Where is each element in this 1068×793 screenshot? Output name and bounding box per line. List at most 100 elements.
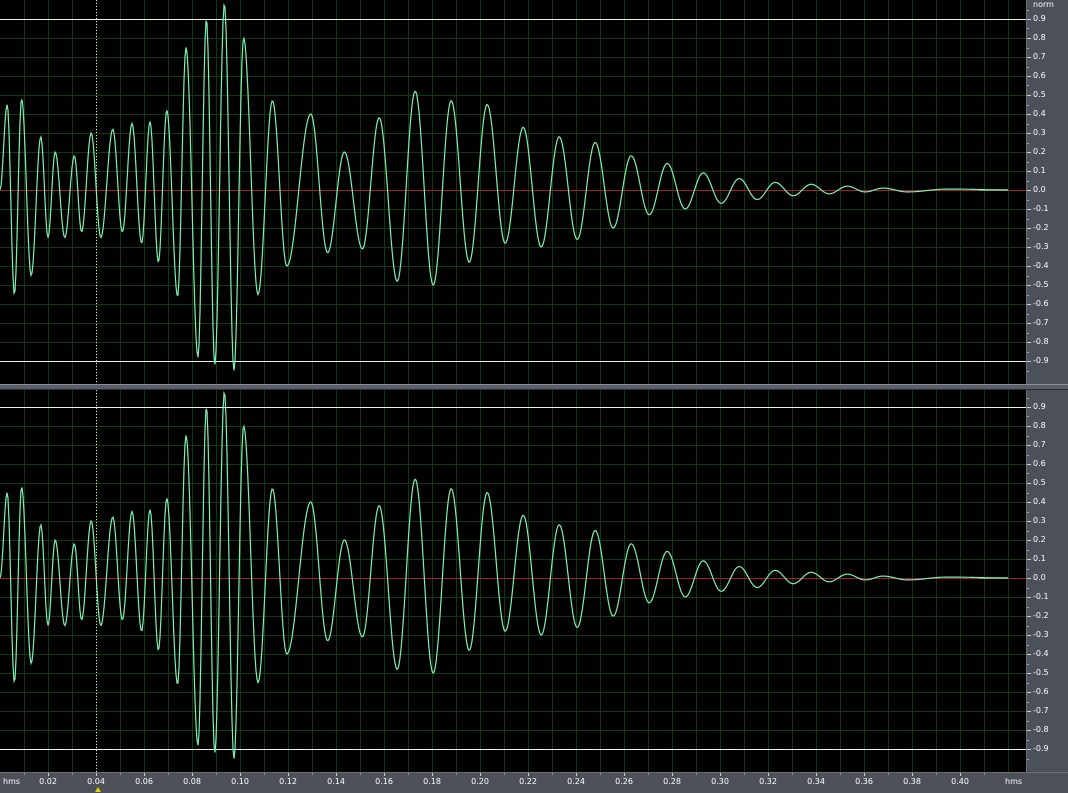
time-minor-tick	[264, 773, 265, 775]
amplitude-label: -0.2	[1033, 223, 1049, 232]
amplitude-label: -0.9	[1033, 356, 1049, 365]
time-label: 0.30	[711, 777, 729, 786]
amplitude-tick	[1027, 692, 1031, 693]
channel-left-waveform[interactable]	[0, 0, 1026, 384]
amplitude-label: 0.9	[1033, 14, 1046, 23]
amplitude-label: 0.7	[1033, 440, 1046, 449]
amplitude-minor-tick	[1027, 162, 1029, 163]
amplitude-label: -0.3	[1033, 242, 1049, 251]
amplitude-minor-tick	[1027, 371, 1029, 372]
amplitude-label: 0.8	[1033, 421, 1046, 430]
amplitude-tick	[1027, 38, 1031, 39]
time-tick	[624, 773, 625, 776]
amplitude-minor-tick	[1027, 550, 1029, 551]
amplitude-minor-tick	[1027, 295, 1029, 296]
amplitude-tick	[1027, 426, 1031, 427]
time-minor-tick	[408, 773, 409, 775]
amplitude-label: -0.1	[1033, 204, 1049, 213]
amplitude-tick	[1027, 464, 1031, 465]
time-label: 0.32	[759, 777, 777, 786]
time-label: 0.38	[903, 777, 921, 786]
channel-right-waveform[interactable]	[0, 390, 1026, 772]
amplitude-minor-tick	[1027, 721, 1029, 722]
amplitude-minor-tick	[1027, 28, 1029, 29]
waveform-editor[interactable]: norm 0.9 0.8 0.7 0.6 0.5 0.4 0.3 0.2 0.1 0.0 -0.1 -…	[0, 0, 1068, 793]
amplitude-tick	[1027, 749, 1031, 750]
amplitude-minor-tick	[1027, 759, 1029, 760]
amplitude-minor-tick	[1027, 105, 1029, 106]
amplitude-minor-tick	[1027, 10, 1029, 11]
amplitude-tick	[1027, 483, 1031, 484]
amplitude-label: 0.6	[1033, 459, 1046, 468]
time-minor-tick	[600, 773, 601, 775]
amplitude-minor-tick	[1027, 683, 1029, 684]
amplitude-label: 0.5	[1033, 90, 1046, 99]
amplitude-minor-tick	[1027, 645, 1029, 646]
amplitude-minor-tick	[1027, 219, 1029, 220]
time-tick	[864, 773, 865, 776]
amplitude-tick	[1027, 57, 1031, 58]
amplitude-label: 0.5	[1033, 478, 1046, 487]
time-label: 0.26	[615, 777, 633, 786]
amplitude-label: 0.0	[1033, 185, 1046, 194]
cursor-position-marker[interactable]	[95, 787, 101, 792]
amplitude-tick	[1027, 730, 1031, 731]
amplitude-label: 0.0	[1033, 573, 1046, 582]
amplitude-minor-tick	[1027, 398, 1029, 399]
time-label: 0.14	[327, 777, 345, 786]
amplitude-ruler-left[interactable]: norm 0.9 0.8 0.7 0.6 0.5 0.4 0.3 0.2 0.1 0.0 -0.1 -…	[1026, 0, 1068, 384]
time-tick	[432, 773, 433, 776]
amplitude-minor-tick	[1027, 124, 1029, 125]
amplitude-label: -0.8	[1033, 725, 1049, 734]
amplitude-label: -0.4	[1033, 261, 1049, 270]
amplitude-tick	[1027, 578, 1031, 579]
time-minor-tick	[744, 773, 745, 775]
time-minor-tick	[120, 773, 121, 775]
time-label: 0.16	[375, 777, 393, 786]
amplitude-ruler-right[interactable]: 0.9 0.8 0.7 0.6 0.5 0.4 0.3 0.2 0.1 0.0 -0.1 -0.2 -0…	[1026, 390, 1068, 772]
time-minor-tick	[648, 773, 649, 775]
amplitude-label: -0.1	[1033, 592, 1049, 601]
amplitude-minor-tick	[1027, 352, 1029, 353]
amplitude-label: 0.7	[1033, 52, 1046, 61]
time-tick	[576, 773, 577, 776]
amplitude-label: 0.6	[1033, 71, 1046, 80]
amplitude-minor-tick	[1027, 416, 1029, 417]
amplitude-label: -0.5	[1033, 280, 1049, 289]
time-tick	[384, 773, 385, 776]
amplitude-tick	[1027, 247, 1031, 248]
amplitude-tick	[1027, 19, 1031, 20]
time-unit-label-left: hms	[3, 777, 21, 786]
time-tick	[240, 773, 241, 776]
amplitude-label: 0.3	[1033, 128, 1046, 137]
time-tick	[480, 773, 481, 776]
time-minor-tick	[984, 773, 985, 775]
amplitude-minor-tick	[1027, 473, 1029, 474]
amplitude-label: -0.3	[1033, 630, 1049, 639]
amplitude-tick	[1027, 502, 1031, 503]
amplitude-unit-label-left: norm	[1033, 0, 1054, 9]
time-label: 0.06	[135, 777, 153, 786]
amplitude-tick	[1027, 597, 1031, 598]
amplitude-label: 0.1	[1033, 554, 1046, 563]
time-minor-tick	[840, 773, 841, 775]
time-minor-tick	[888, 773, 889, 775]
amplitude-tick	[1027, 635, 1031, 636]
time-label: 0.18	[423, 777, 441, 786]
amplitude-tick	[1027, 228, 1031, 229]
time-minor-tick	[792, 773, 793, 775]
amplitude-tick	[1027, 654, 1031, 655]
amplitude-tick	[1027, 323, 1031, 324]
amplitude-label: -0.6	[1033, 299, 1049, 308]
amplitude-minor-tick	[1027, 257, 1029, 258]
time-tick	[144, 773, 145, 776]
amplitude-minor-tick	[1027, 702, 1029, 703]
amplitude-label: -0.4	[1033, 649, 1049, 658]
amplitude-tick	[1027, 616, 1031, 617]
time-label: 0.10	[231, 777, 249, 786]
time-minor-tick	[72, 773, 73, 775]
time-ruler[interactable]: hms hms 0.02 0.04 0.06 0.08 0.10 0.12 0.14 0.16…	[0, 772, 1068, 793]
amplitude-tick	[1027, 95, 1031, 96]
amplitude-tick	[1027, 711, 1031, 712]
amplitude-tick	[1027, 133, 1031, 134]
